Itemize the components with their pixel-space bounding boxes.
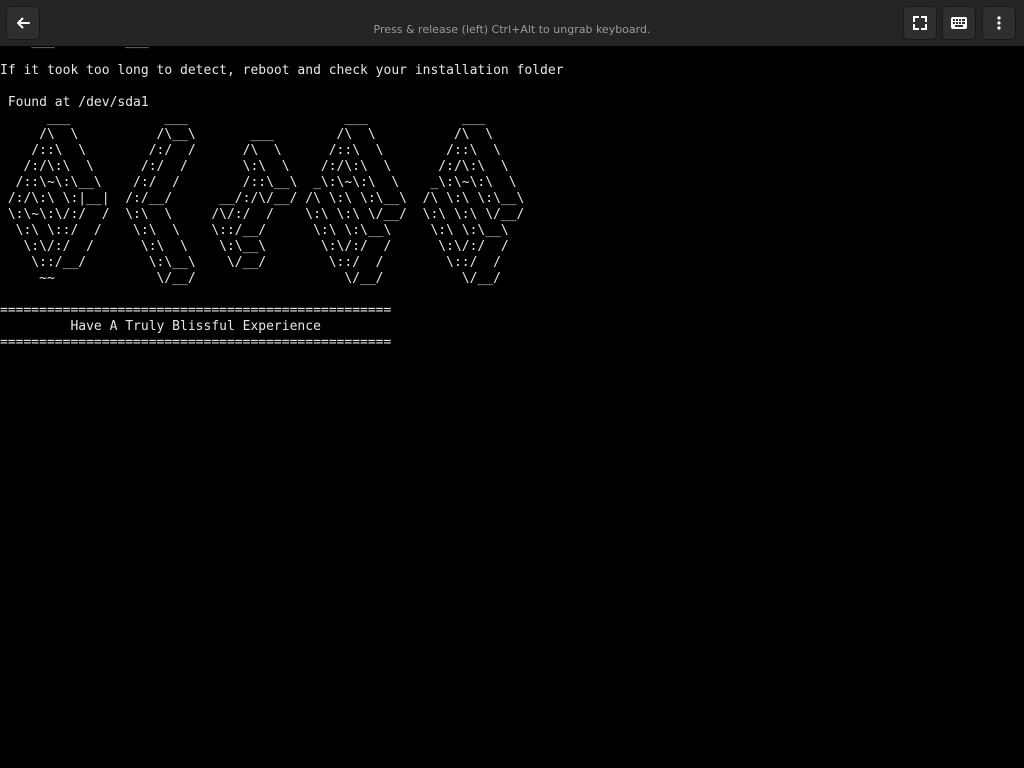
ascii-logo-line: /:/\:\ \:|__| /:/__/ __/:/\/__/ /\ \:\ \… xyxy=(0,191,525,206)
console-line-found: Found at /dev/sda1 xyxy=(0,95,149,110)
ascii-logo-line: \:\/:/ / \:\ \ \:\__\ \:\/:/ / \:\/:/ / xyxy=(0,239,509,254)
ascii-logo-line: \::/__/ \:\__\ \/__/ \::/ / \::/ / xyxy=(0,255,501,270)
more-options-button[interactable] xyxy=(982,6,1016,40)
kebab-menu-icon xyxy=(997,16,1001,30)
ascii-logo-line: /:/\:\ \ /:/ / \:\ \ /:/\:\ \ /:/\:\ \ xyxy=(0,159,509,174)
console-line-detect: If it took too long to detect, reboot an… xyxy=(0,63,564,78)
ascii-logo-line: /::\~\:\__\ /:/ / /::\__\ _\:\~\:\ \ _\:… xyxy=(0,175,517,190)
keyboard-button[interactable] xyxy=(942,6,976,40)
keyboard-icon xyxy=(950,16,968,30)
fullscreen-button[interactable] xyxy=(903,6,937,40)
vm-console-screen[interactable]: ~ ___ ~~~~~ ___ ~ If it took too long to… xyxy=(0,0,1024,768)
fullscreen-icon xyxy=(912,15,928,31)
separator-bottom: ========================================… xyxy=(0,335,392,350)
console-message: Have A Truly Blissful Experience xyxy=(0,319,321,334)
ascii-logo-line: \:\ \::/ / \:\ \ \::/__/ \:\ \:\__\ \:\ … xyxy=(0,223,509,238)
ascii-logo-line: \:\~\:\/:/ / \:\ \ /\/:/ / \:\ \:\ \/__/… xyxy=(0,207,525,222)
ascii-logo-line: /\ \ /\__\ ___ /\ \ /\ \ xyxy=(0,127,494,142)
ascii-logo-line: /::\ \ /:/ / /\ \ /::\ \ /::\ \ xyxy=(0,143,501,158)
viewer-toolbar: Press & release (left) Ctrl+Alt to ungra… xyxy=(0,0,1024,46)
ascii-logo-line: ___ ___ ___ ___ xyxy=(0,111,486,126)
separator-top: ========================================… xyxy=(0,303,392,318)
ungrab-keyboard-hint: Press & release (left) Ctrl+Alt to ungra… xyxy=(373,23,651,36)
ascii-logo-line: ~~ \/__/ \/__/ \/__/ xyxy=(0,271,501,286)
